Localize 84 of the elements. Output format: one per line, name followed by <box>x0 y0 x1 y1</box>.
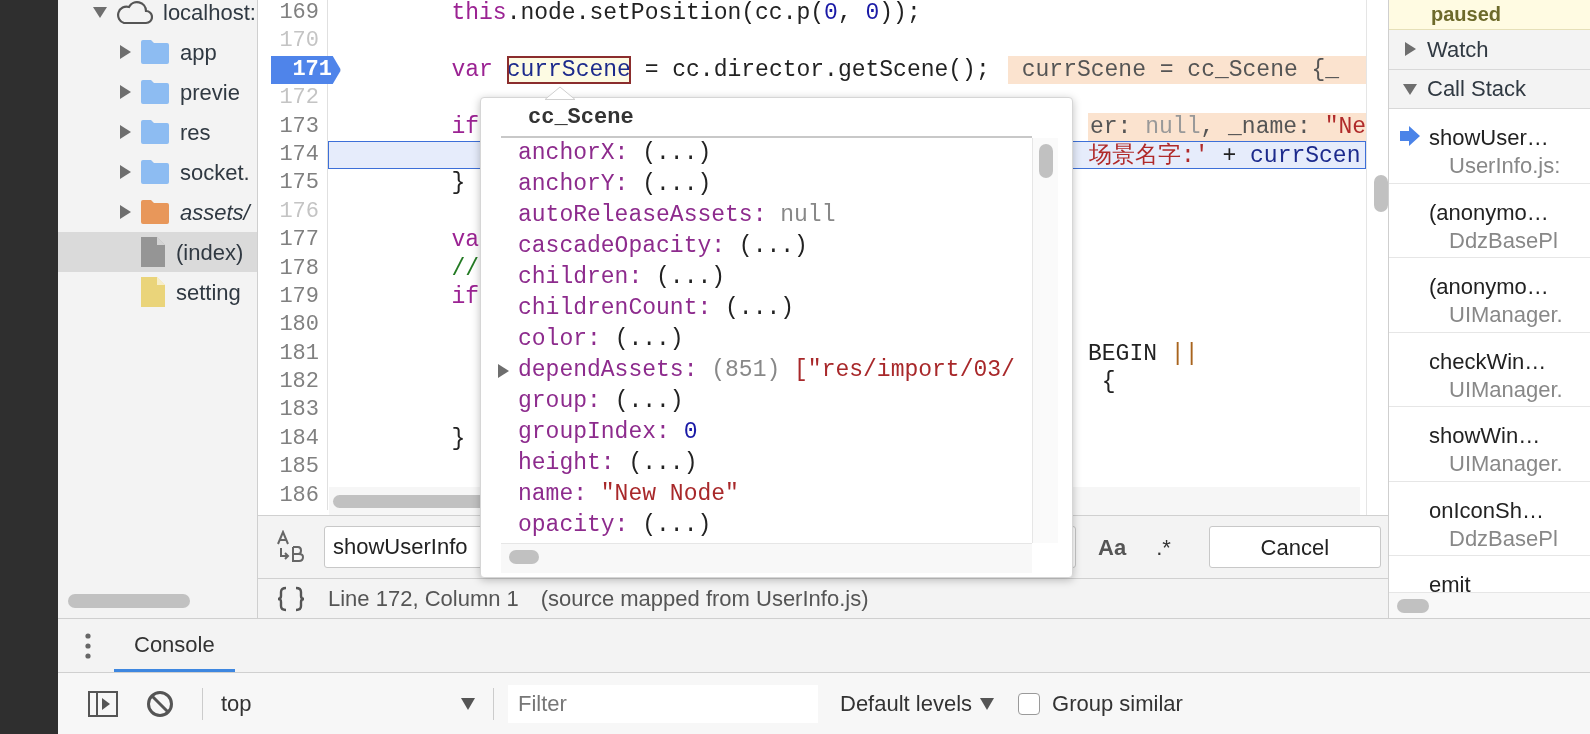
call-frame[interactable]: showWin… UIManager. <box>1389 407 1590 482</box>
cloud-icon <box>115 0 153 25</box>
call-frame[interactable]: checkWin… UIManager. <box>1389 332 1590 408</box>
file-icon <box>140 276 166 308</box>
line-number[interactable]: 184 <box>258 424 328 454</box>
call-frame[interactable]: onIconSh… DdzBasePl <box>1389 481 1590 557</box>
tree-item[interactable]: setting <box>58 272 257 312</box>
cursor-position: Line 172, Column 1 <box>328 585 519 613</box>
tree-item[interactable]: res <box>58 112 257 152</box>
line-number[interactable]: 177 <box>258 226 328 255</box>
object-class-name: cc_Scene <box>501 98 1032 138</box>
call-frame[interactable]: showUser… UserInfo.js: <box>1389 109 1590 184</box>
tree-item[interactable]: socket. <box>58 152 257 192</box>
call-frame[interactable]: (anonymo… DdzBasePl <box>1389 183 1590 259</box>
file-icon <box>140 236 166 268</box>
caret-icon <box>980 697 995 710</box>
code-text: if <box>451 282 479 312</box>
group-similar-checkbox[interactable] <box>1018 692 1041 715</box>
filter-field[interactable]: Filter <box>508 684 818 723</box>
code-text: if <box>451 112 479 141</box>
expand-arrow-icon[interactable] <box>118 205 132 219</box>
context-select[interactable]: top <box>217 687 479 720</box>
line-number[interactable]: 173 <box>258 112 328 141</box>
line-number[interactable]: 185 <box>258 453 328 482</box>
paused-status: paused <box>1431 3 1502 25</box>
expand-arrow-icon[interactable] <box>496 363 510 378</box>
inline-value: currScene = cc_Scene {_ <box>1007 55 1367 85</box>
tree-item[interactable]: app <box>58 32 257 72</box>
folder-icon <box>140 159 170 185</box>
line-number[interactable]: 181 <box>258 339 328 369</box>
tree-item[interactable]: previe <box>58 72 257 112</box>
collapse-arrow-icon[interactable] <box>93 5 107 19</box>
checkbox-label: Group similar <box>1052 690 1183 718</box>
code-text: this.node.setPosition(cc.p(0, 0)); <box>451 0 921 28</box>
scrollbar-thumb[interactable] <box>1397 599 1429 613</box>
code-text: } <box>451 169 466 198</box>
expand-arrow-icon[interactable] <box>118 85 132 99</box>
inline-value: er: null, _name: "Ne <box>1088 112 1367 141</box>
line-number[interactable]: 182 <box>258 368 328 397</box>
line-number[interactable]: 171 <box>271 55 341 85</box>
collapse-arrow-icon[interactable] <box>1403 81 1417 96</box>
call-frame[interactable]: (anonymo… UIManager. <box>1389 258 1590 333</box>
code-text: var <box>451 55 494 85</box>
scrollbar-thumb[interactable] <box>1374 175 1388 212</box>
folder-icon <box>140 119 170 145</box>
line-number[interactable]: 186 <box>258 481 328 511</box>
section-header[interactable]: Call Stack <box>1389 69 1590 110</box>
line-number[interactable]: 179 <box>258 282 328 312</box>
line-number[interactable]: 183 <box>258 396 328 425</box>
code-text: { <box>1100 368 1116 397</box>
line-number[interactable]: 175 <box>258 169 328 198</box>
caret-icon <box>461 697 475 710</box>
tree-item[interactable]: localhost: <box>58 0 257 32</box>
tree-item[interactable]: assets/ <box>58 192 257 232</box>
code-text: BEGIN || <box>1088 339 1199 369</box>
code-text: 场景名字:' + currScen <box>1089 141 1361 169</box>
line-number[interactable]: 178 <box>258 254 328 283</box>
code-text: = cc.director.getScene(); <box>643 55 990 85</box>
line-number[interactable]: 180 <box>258 311 328 340</box>
expand-arrow-icon[interactable] <box>118 45 132 59</box>
cancel-button[interactable]: Cancel <box>1208 526 1381 568</box>
hovered-variable[interactable]: currScene <box>506 55 631 85</box>
expand-arrow-icon[interactable] <box>118 125 132 139</box>
section-header[interactable]: Watch <box>1389 29 1590 70</box>
folder-icon <box>140 39 170 65</box>
code-text: va <box>451 226 479 255</box>
log-levels-dropdown[interactable]: Default levels <box>834 686 1001 721</box>
regex-button[interactable]: .* <box>1148 530 1179 564</box>
match-case-button[interactable]: Aa <box>1090 530 1135 564</box>
pretty-print-icon[interactable] <box>276 585 306 612</box>
folder-icon <box>140 199 170 225</box>
current-frame-arrow-icon <box>1399 126 1421 147</box>
folder-icon <box>140 79 170 105</box>
code-text: } <box>451 424 466 454</box>
scrollbar-thumb[interactable] <box>68 594 190 608</box>
scrollbar-thumb[interactable] <box>1039 144 1053 178</box>
line-number[interactable]: 169 <box>258 0 328 28</box>
expand-arrow-icon[interactable] <box>1403 42 1417 57</box>
tree-item[interactable]: (index) <box>58 232 257 272</box>
source-map-info: (source mapped from UserInfo.js) <box>540 585 869 613</box>
code-text: // <box>451 254 479 283</box>
scrollbar-thumb[interactable] <box>509 550 539 564</box>
expand-arrow-icon[interactable] <box>118 165 132 179</box>
more-menu-icon[interactable] <box>84 631 92 660</box>
